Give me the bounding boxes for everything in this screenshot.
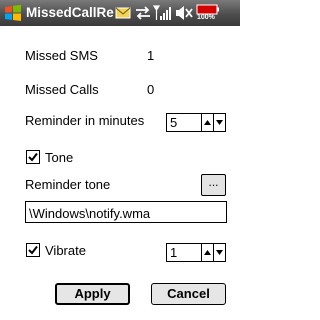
windows-start-icon[interactable] <box>4 4 22 22</box>
missed-sms-label: Missed SMS <box>25 48 98 63</box>
reminder-decrement-button[interactable] <box>213 113 226 132</box>
reminder-tone-label: Reminder tone <box>25 177 111 192</box>
battery-percentage: 100% <box>197 14 215 21</box>
up-arrow-icon <box>204 120 211 125</box>
missed-calls-count: 0 <box>147 82 155 97</box>
envelope-icon[interactable] <box>114 4 132 22</box>
missed-calls-label: Missed Calls <box>25 82 99 97</box>
tone-checkbox[interactable] <box>26 150 40 164</box>
tone-label: Tone <box>45 150 74 165</box>
vibrate-value[interactable]: 1 <box>166 243 202 262</box>
app-title: MissedCallRe <box>26 5 114 20</box>
down-arrow-icon <box>216 250 223 255</box>
checkmark-icon <box>28 245 38 255</box>
down-arrow-icon <box>216 120 223 125</box>
apply-button[interactable]: Apply <box>55 283 130 305</box>
reminder-minutes-label: Reminder in minutes <box>25 113 145 128</box>
title-bar: MissedCallRe 100% <box>0 0 240 26</box>
reminder-minutes-value[interactable]: 5 <box>166 113 202 132</box>
checkmark-icon <box>28 152 38 162</box>
sync-arrows-icon[interactable] <box>134 4 152 22</box>
cancel-button[interactable]: Cancel <box>151 283 226 305</box>
speaker-mute-icon[interactable] <box>174 4 194 22</box>
browse-tone-button[interactable]: ... <box>201 174 226 196</box>
signal-strength-icon[interactable] <box>152 4 171 22</box>
up-arrow-icon <box>204 250 211 255</box>
vibrate-decrement-button[interactable] <box>213 243 226 262</box>
tone-path-field[interactable] <box>25 201 227 223</box>
vibrate-label: Vibrate <box>45 243 86 258</box>
missed-sms-count: 1 <box>147 48 155 63</box>
vibrate-checkbox[interactable] <box>26 243 40 257</box>
